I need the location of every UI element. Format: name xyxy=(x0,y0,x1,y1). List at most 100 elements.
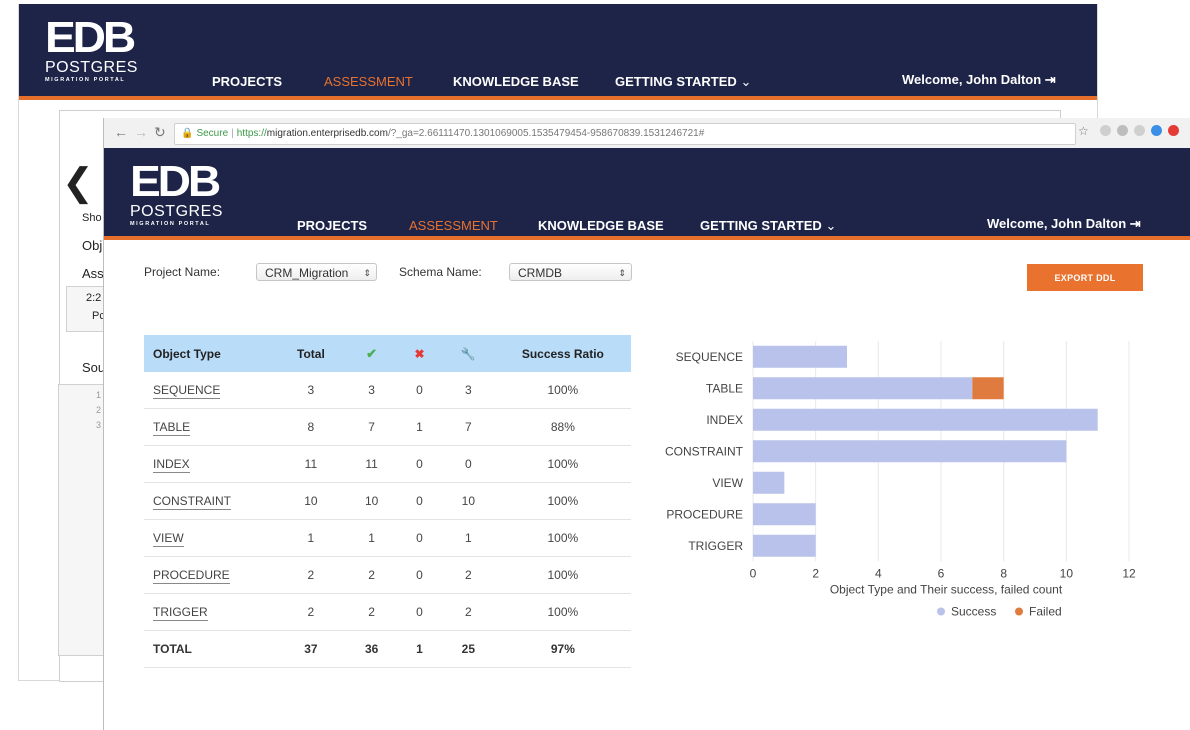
assessment-table: Object Type Total ✔ ✖ 🔧 Success Ratio SE… xyxy=(144,335,631,668)
logout-icon[interactable]: ⇥ xyxy=(1130,216,1141,231)
logo-postgres-text: POSTGRES xyxy=(45,59,138,76)
object-type-link[interactable]: PROCEDURE xyxy=(153,568,230,584)
table-row: TRIGGER 2 2 0 2 100% xyxy=(144,593,631,631)
object-type-link[interactable]: INDEX xyxy=(153,457,190,473)
cell-type[interactable]: SEQUENCE xyxy=(144,372,276,409)
edb-logo[interactable]: EDB POSTGRES MIGRATION PORTAL xyxy=(130,160,223,228)
extension-icon[interactable] xyxy=(1100,125,1111,136)
table-total-row: TOTAL 37 36 1 25 97% xyxy=(144,630,631,668)
header-success[interactable]: ✔ xyxy=(346,335,398,372)
nav-getting-started[interactable]: GETTING STARTED ⌄ xyxy=(615,74,751,90)
cell-type[interactable]: PROCEDURE xyxy=(144,556,276,594)
category-label: PROCEDURE xyxy=(666,507,743,521)
nav-getting-started-label: GETTING STARTED xyxy=(615,74,737,89)
table-row: INDEX 11 11 0 0 100% xyxy=(144,445,631,483)
cell-failed: 0 xyxy=(397,445,442,483)
select-caret-icon: ⇕ xyxy=(618,268,626,278)
logo-edb-text: EDB xyxy=(130,157,221,206)
back-line-number: 3 xyxy=(96,420,102,430)
header-failed[interactable]: ✖ xyxy=(397,335,442,372)
export-ddl-button[interactable]: EXPORT DDL xyxy=(1027,264,1143,291)
extension-icon[interactable] xyxy=(1117,125,1128,136)
object-type-link[interactable]: SEQUENCE xyxy=(153,383,221,399)
opera-icon[interactable] xyxy=(1168,125,1179,136)
category-label: TABLE xyxy=(706,381,743,395)
header-object-type[interactable]: Object Type xyxy=(144,335,276,372)
lock-icon: 🔒 xyxy=(181,128,194,139)
extension-icon[interactable] xyxy=(1134,125,1145,136)
legend-marker-failed xyxy=(1015,607,1023,616)
cell-success: 10 xyxy=(346,482,398,520)
nav-assessment[interactable]: ASSESSMENT xyxy=(324,74,413,89)
reload-icon[interactable]: ↻ xyxy=(154,124,166,141)
welcome-user[interactable]: Welcome, John Dalton ⇥ xyxy=(902,72,1056,88)
cell-success: 2 xyxy=(346,593,398,631)
address-bar[interactable]: 🔒 Secure | https://migration.enterprisedb.c… xyxy=(174,123,1076,145)
extension-icon[interactable] xyxy=(1151,125,1162,136)
cell-failed: 1 xyxy=(397,630,442,668)
logo-subtitle-text: MIGRATION PORTAL xyxy=(45,77,126,83)
project-name-select[interactable]: CRM_Migration ⇕ xyxy=(256,263,377,281)
object-type-link[interactable]: TRIGGER xyxy=(153,605,208,621)
category-label: INDEX xyxy=(706,413,743,427)
cell-type[interactable]: VIEW xyxy=(144,519,276,557)
object-type-link[interactable]: TABLE xyxy=(153,420,191,436)
front-window: ← → ↻ 🔒 Secure | https://migration.enterpri… xyxy=(103,118,1190,730)
table-row: PROCEDURE 2 2 0 2 100% xyxy=(144,556,631,594)
object-type-link[interactable]: CONSTRAINT xyxy=(153,494,231,510)
object-type-link[interactable]: VIEW xyxy=(153,531,184,547)
nav-knowledge-base[interactable]: KNOWLEDGE BASE xyxy=(453,74,579,89)
back-arrow-icon[interactable]: ❮ xyxy=(62,160,94,205)
logout-icon[interactable]: ⇥ xyxy=(1045,72,1056,87)
bar-success xyxy=(753,503,816,526)
legend-marker-success xyxy=(937,607,945,616)
table-header-row: Object Type Total ✔ ✖ 🔧 Success Ratio xyxy=(144,335,631,372)
back-fragment: Obj xyxy=(82,238,103,253)
cell-type[interactable]: TABLE xyxy=(144,408,276,446)
address-separator: | xyxy=(231,128,234,139)
table-row: TABLE 8 7 1 7 88% xyxy=(144,408,631,446)
nav-assessment[interactable]: ASSESSMENT xyxy=(409,218,498,233)
schema-name-select[interactable]: CRMDB ⇕ xyxy=(509,263,632,281)
bar-failed xyxy=(972,377,1004,400)
category-label: VIEW xyxy=(712,476,743,490)
cell-success: 3 xyxy=(346,372,398,409)
cell-type[interactable]: TRIGGER xyxy=(144,593,276,631)
nav-getting-started[interactable]: GETTING STARTED ⌄ xyxy=(700,218,836,234)
bookmark-star-icon[interactable]: ☆ xyxy=(1078,124,1089,138)
cell-fixed: 2 xyxy=(441,556,495,594)
back-line-number: 2 xyxy=(96,405,102,415)
cell-type[interactable]: INDEX xyxy=(144,445,276,483)
cell-total: 8 xyxy=(275,408,347,446)
cell-success: 7 xyxy=(346,408,398,446)
success-failed-chart: 0 2 4 6 8 10 12 SEQUENCE TABLE INDEX CONSTRAINT VIE… xyxy=(644,333,1184,633)
main-navbar: EDB POSTGRES MIGRATION PORTAL PROJECTS A… xyxy=(104,148,1190,240)
logo-subtitle-text: MIGRATION PORTAL xyxy=(130,221,211,227)
x-axis-title: Object Type and Their success, failed co… xyxy=(830,583,1063,597)
cell-total: 2 xyxy=(275,556,347,594)
cell-fixed: 7 xyxy=(441,408,495,446)
cell-total: 2 xyxy=(275,593,347,631)
edb-logo[interactable]: EDB POSTGRES MIGRATION PORTAL xyxy=(45,16,138,84)
forward-nav-icon[interactable]: → xyxy=(134,124,148,140)
header-success-ratio[interactable]: Success Ratio xyxy=(494,335,631,372)
cell-type[interactable]: CONSTRAINT xyxy=(144,482,276,520)
back-nav-icon[interactable]: ← xyxy=(114,124,128,140)
cell-ratio: 100% xyxy=(494,593,631,631)
nav-projects[interactable]: PROJECTS xyxy=(212,74,282,89)
header-fixed[interactable]: 🔧 xyxy=(441,335,495,372)
cell-ratio: 100% xyxy=(494,519,631,557)
cell-fixed: 0 xyxy=(441,445,495,483)
header-total[interactable]: Total xyxy=(275,335,347,372)
cell-type: TOTAL xyxy=(144,630,276,668)
back-fragment: Sho xyxy=(82,212,102,224)
nav-projects[interactable]: PROJECTS xyxy=(297,218,367,233)
browser-toolbar: ← → ↻ 🔒 Secure | https://migration.enterpri… xyxy=(104,118,1190,149)
welcome-user[interactable]: Welcome, John Dalton ⇥ xyxy=(987,216,1141,232)
table-row: CONSTRAINT 10 10 0 10 100% xyxy=(144,482,631,520)
nav-knowledge-base[interactable]: KNOWLEDGE BASE xyxy=(538,218,664,233)
cell-fixed: 3 xyxy=(441,372,495,409)
bar-success xyxy=(753,534,816,557)
logo-postgres-text: POSTGRES xyxy=(130,203,223,220)
cell-success: 2 xyxy=(346,556,398,594)
